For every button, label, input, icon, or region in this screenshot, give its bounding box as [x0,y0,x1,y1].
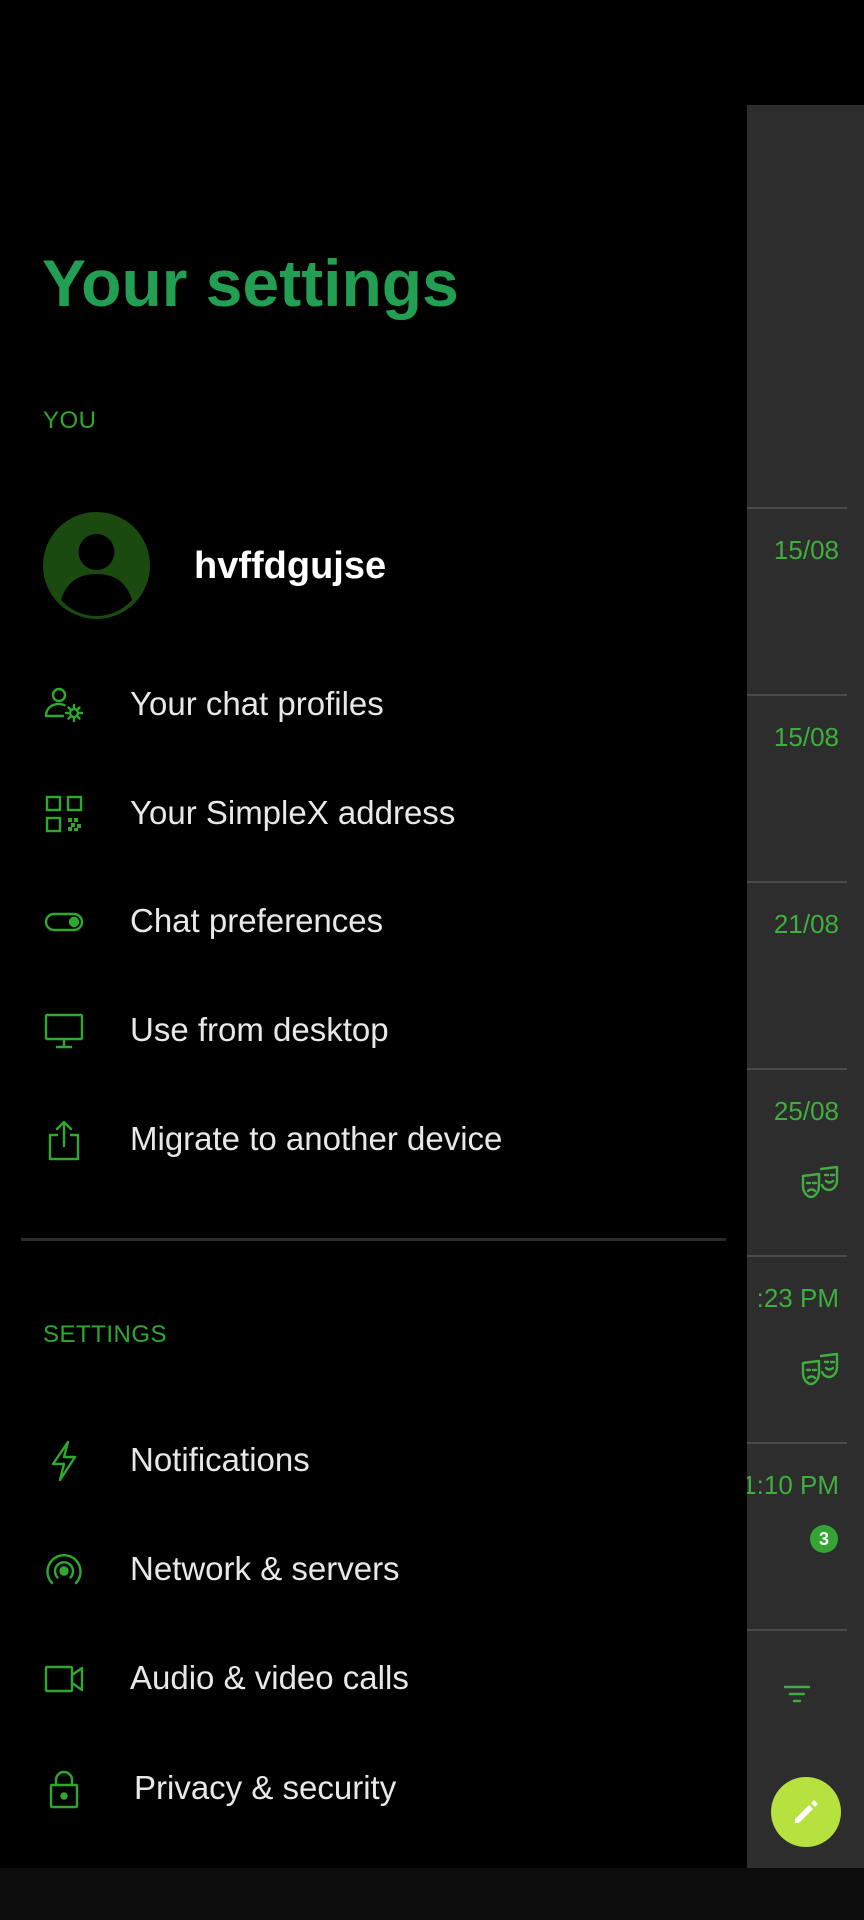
menu-item-label: Your SimpleX address [130,794,456,831]
navigation-bar [0,1868,864,1920]
chat-time: 15/08 [773,535,839,565]
menu-item-notifications[interactable]: Notifications [0,1410,725,1510]
menu-item-label: Notifications [130,1441,310,1478]
qr-code-icon [45,795,83,833]
chat-time: 1:10 PM [747,1470,839,1500]
profile-name: hvffdgujse [194,545,387,587]
row-divider [747,507,847,509]
row-divider [747,694,847,696]
filter-icon[interactable] [782,1679,812,1709]
row-divider [747,881,847,883]
pencil-icon [795,1800,818,1823]
chat-row[interactable]: :23 PM [747,1255,864,1442]
unread-badge: 3 [810,1525,838,1553]
toggle-icon [44,912,84,932]
incognito-masks-icon [801,1352,839,1386]
status-bar [0,0,864,105]
menu-item-label: Your chat profiles [130,685,384,722]
compose-button[interactable] [771,1777,841,1847]
share-upload-icon [48,1120,80,1161]
page-title: Your settings [42,246,459,320]
section-label-you: YOU [43,407,97,434]
chat-row[interactable]: 15/08 [747,507,864,694]
menu-item-label: Audio & video calls [130,1659,409,1696]
menu-item-label: Privacy & security [134,1769,397,1806]
menu-item-label: Network & servers [130,1550,400,1587]
lock-icon [49,1770,79,1809]
wifi-tethering-icon [46,1554,82,1585]
chat-time: 25/08 [773,1096,839,1126]
menu-item-network-servers[interactable]: Network & servers [0,1519,725,1619]
menu-item-privacy-security[interactable]: Privacy & security [0,1738,725,1838]
menu-item-label: Migrate to another device [130,1120,503,1157]
row-divider [747,1629,847,1631]
video-camera-icon [44,1665,84,1693]
bolt-icon [51,1440,77,1482]
menu-item-simplex-address[interactable]: Your SimpleX address [0,763,725,863]
chat-row[interactable]: 25/08 [747,1068,864,1255]
desktop-icon [44,1013,84,1049]
menu-item-label: Use from desktop [130,1011,389,1048]
user-gear-icon [44,687,84,723]
menu-item-use-from-desktop[interactable]: Use from desktop [0,980,725,1080]
incognito-masks-icon [801,1165,839,1199]
menu-item-migrate-device[interactable]: Migrate to another device [0,1089,725,1189]
row-divider [747,1255,847,1257]
menu-item-chat-preferences[interactable]: Chat preferences [0,871,725,971]
menu-item-label: Chat preferences [130,902,384,939]
row-divider [747,1068,847,1070]
list-end-divider [747,1629,864,1631]
chat-row[interactable]: 15/08 [747,694,864,881]
avatar [43,512,150,619]
chat-list-panel: 15/08 15/08 21/08 25/08 :23 PM 1:10 PM 3 [747,105,864,1868]
chat-row[interactable]: 21/08 [747,881,864,1068]
menu-item-chat-profiles[interactable]: Your chat profiles [0,654,725,754]
chat-time: 15/08 [773,722,839,752]
section-label-settings: SETTINGS [43,1321,168,1348]
current-profile[interactable]: hvffdgujse [43,512,723,620]
settings-drawer: Your settings YOU hvffdgujse Your chat p… [0,105,747,1868]
section-divider [21,1238,726,1241]
chat-time: :23 PM [756,1283,839,1313]
chat-row[interactable]: 1:10 PM 3 [747,1442,864,1629]
chat-time: 21/08 [773,909,839,939]
row-divider [747,1442,847,1444]
menu-item-audio-video-calls[interactable]: Audio & video calls [0,1628,725,1728]
